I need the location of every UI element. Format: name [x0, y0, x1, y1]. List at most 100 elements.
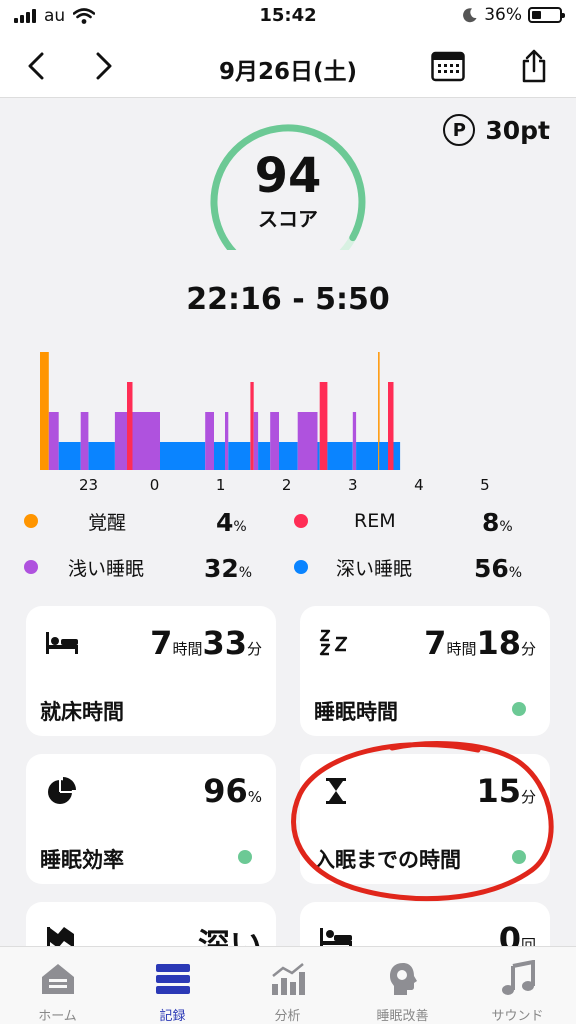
stage-segment-rem	[319, 382, 328, 470]
battery-percent: 36%	[484, 5, 522, 25]
stage-segment-deep	[228, 442, 251, 470]
legend-dot-rem	[294, 514, 308, 528]
analysis-icon	[271, 963, 305, 995]
card-sleep-efficiency[interactable]: 96% 睡眠効率	[26, 754, 276, 884]
stage-segment-light	[352, 412, 357, 470]
stage-segment-deep	[393, 442, 401, 470]
tab-sound[interactable]: サウンド	[460, 947, 575, 1024]
legend-item-rem: REM 8%	[294, 508, 513, 537]
legend-name: 深い睡眠	[336, 557, 413, 580]
x-tick-label: 2	[281, 476, 292, 494]
stage-segment-deep	[317, 442, 320, 470]
stage-segment-light	[297, 412, 318, 470]
points-value: 30pt	[485, 115, 550, 145]
battery-icon	[528, 7, 565, 23]
nav-bar: 9月26日(土)	[0, 34, 576, 98]
legend-name: REM	[354, 510, 396, 532]
tab-label: 睡眠改善	[376, 1009, 429, 1024]
stage-segment-light	[48, 412, 59, 470]
sleep-stage-chart	[40, 352, 401, 470]
stage-segment-light	[225, 412, 229, 470]
legend-item-light: 浅い睡眠 32%	[24, 554, 252, 583]
legend-dot-awake	[24, 514, 38, 528]
stage-segment-deep	[214, 442, 225, 470]
tab-bar: ホーム 記録 分析 睡眠改善 サウンド	[0, 946, 576, 1024]
card-caption: 睡眠時間	[314, 700, 398, 724]
card-value: 96%	[203, 772, 262, 810]
card-sleep-time[interactable]: 7時間18分 睡眠時間	[300, 606, 550, 736]
card-time-in-bed[interactable]: 7時間33分 就床時間	[26, 606, 276, 736]
legend-value: 56%	[474, 554, 523, 583]
x-tick-label: 1	[215, 476, 226, 494]
stage-segment-light	[270, 412, 279, 470]
status-right: 36%	[462, 5, 565, 25]
card-value: 7時間33分	[150, 624, 262, 662]
card-sleep-latency[interactable]: 15分 入眠までの時間	[300, 754, 550, 884]
x-tick-label: 5	[480, 476, 490, 494]
status-dot	[238, 850, 252, 864]
x-tick-label: 4	[414, 476, 424, 494]
x-tick-label: 0	[149, 476, 160, 494]
legend-name: 覚醒	[88, 511, 127, 534]
calendar-button[interactable]	[430, 48, 466, 84]
score-label: スコア	[258, 207, 318, 231]
legend-name: 浅い睡眠	[68, 557, 145, 580]
legend-dot-light	[24, 560, 38, 574]
stage-segment-deep	[279, 442, 298, 470]
legend-value: 4%	[216, 508, 247, 537]
stage-segment-light	[114, 412, 127, 470]
stage-segment-deep	[58, 442, 81, 470]
tab-label: 分析	[274, 1009, 301, 1024]
stage-segment-light	[205, 412, 214, 470]
card-caption: 就床時間	[40, 700, 124, 724]
x-tick-label: 23	[78, 476, 99, 494]
points-icon: P	[443, 114, 476, 146]
hourglass-icon	[326, 778, 346, 804]
stage-segment-deep	[258, 442, 271, 470]
sleep-improve-icon	[389, 963, 417, 995]
stage-segment-rem	[388, 382, 394, 470]
stage-segment-rem	[127, 382, 133, 470]
stage-segment-deep	[160, 442, 206, 470]
tab-home[interactable]: ホーム	[0, 947, 115, 1024]
music-note-icon	[501, 960, 535, 995]
tab-label: サウンド	[491, 1009, 544, 1024]
legend-item-deep: 深い睡眠 56%	[294, 554, 522, 583]
sleep-time-range: 22:16 - 5:50	[186, 282, 390, 317]
share-icon	[522, 49, 546, 83]
bed-icon	[46, 632, 78, 654]
stage-segment-light	[132, 412, 160, 470]
card-caption: 睡眠効率	[40, 848, 124, 872]
status-bar: au 15:42 36%	[0, 0, 576, 34]
stage-segment-awake	[40, 352, 49, 470]
zzz-icon	[319, 629, 348, 656]
pie-chart-icon	[48, 777, 76, 804]
x-tick-label: 3	[348, 476, 358, 494]
page-title: 9月26日(土)	[218, 59, 358, 85]
stage-segment-deep	[327, 442, 353, 470]
tab-label: 記録	[159, 1009, 186, 1024]
legend-dot-deep	[294, 560, 308, 574]
tab-analysis[interactable]: 分析	[230, 947, 345, 1024]
score-value: 94	[254, 148, 322, 204]
legend-item-awake: 覚醒 4%	[24, 508, 247, 537]
status-dot	[512, 850, 526, 864]
stage-segment-rem	[250, 382, 254, 470]
card-caption: 入眠までの時間	[314, 848, 461, 872]
tab-record[interactable]: 記録	[115, 947, 230, 1024]
legend-value: 8%	[482, 508, 513, 537]
stage-segment-light	[80, 412, 89, 470]
tab-sleep-improve[interactable]: 睡眠改善	[345, 947, 460, 1024]
stage-segment-deep	[88, 442, 115, 470]
tab-label: ホーム	[38, 1009, 77, 1024]
card-value: 15分	[476, 772, 536, 810]
card-value: 7時間18分	[424, 624, 536, 662]
chart-x-axis: 23 0 1 2 3 4 5	[0, 476, 576, 496]
status-dot	[512, 702, 526, 716]
record-icon	[155, 964, 190, 994]
moon-icon	[463, 8, 477, 23]
stage-segment-deep	[356, 442, 379, 470]
share-button[interactable]	[516, 48, 552, 84]
calendar-icon	[431, 51, 465, 82]
points-badge[interactable]: P 30pt	[443, 114, 550, 146]
